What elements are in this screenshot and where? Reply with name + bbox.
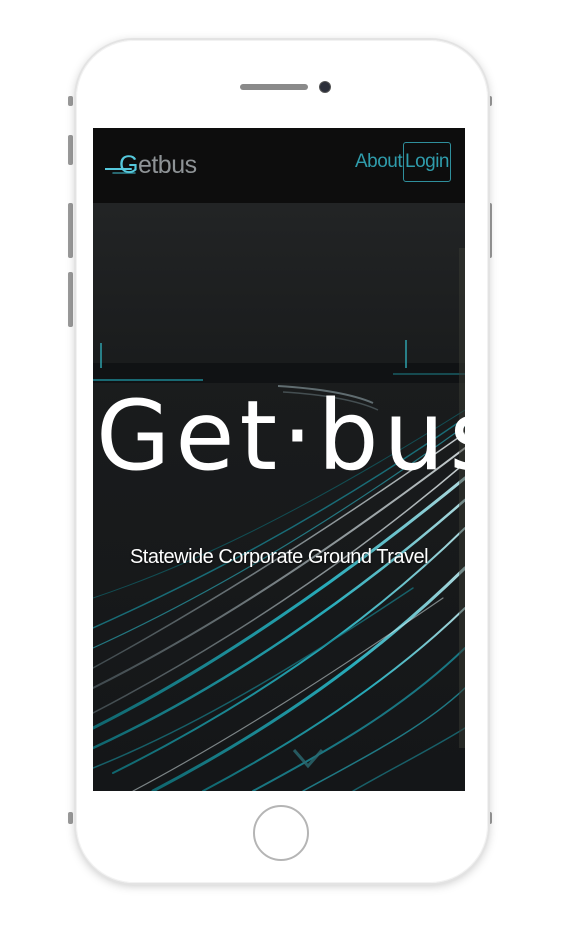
brand-initial: G — [119, 150, 138, 179]
front-camera — [320, 82, 330, 92]
volume-up-button — [68, 135, 73, 165]
volume-down-button-2 — [68, 272, 73, 327]
bottom-side-button-left — [68, 812, 73, 824]
mute-switch — [68, 96, 73, 106]
navbar: Getbus About Login — [93, 128, 465, 203]
nav-about-link[interactable]: About — [355, 151, 403, 173]
stage: Getbus About Login Get·bus Statewide Cor… — [0, 0, 571, 928]
brand-name: Getbus — [119, 151, 197, 180]
brand-logo[interactable]: Getbus — [105, 146, 197, 184]
volume-down-button — [68, 203, 73, 258]
home-button[interactable] — [253, 805, 309, 861]
chevron-down-icon[interactable] — [291, 746, 325, 772]
brand-name-rest: etbus — [137, 150, 197, 179]
hero-subtitle: Statewide Corporate Ground Travel — [129, 546, 429, 568]
login-button[interactable]: Login — [403, 142, 451, 182]
login-button-label: Login — [405, 151, 450, 172]
speaker-grille — [240, 84, 308, 90]
phone-screen: Getbus About Login Get·bus Statewide Cor… — [93, 128, 465, 791]
hero-title: Get·bus — [96, 380, 465, 492]
